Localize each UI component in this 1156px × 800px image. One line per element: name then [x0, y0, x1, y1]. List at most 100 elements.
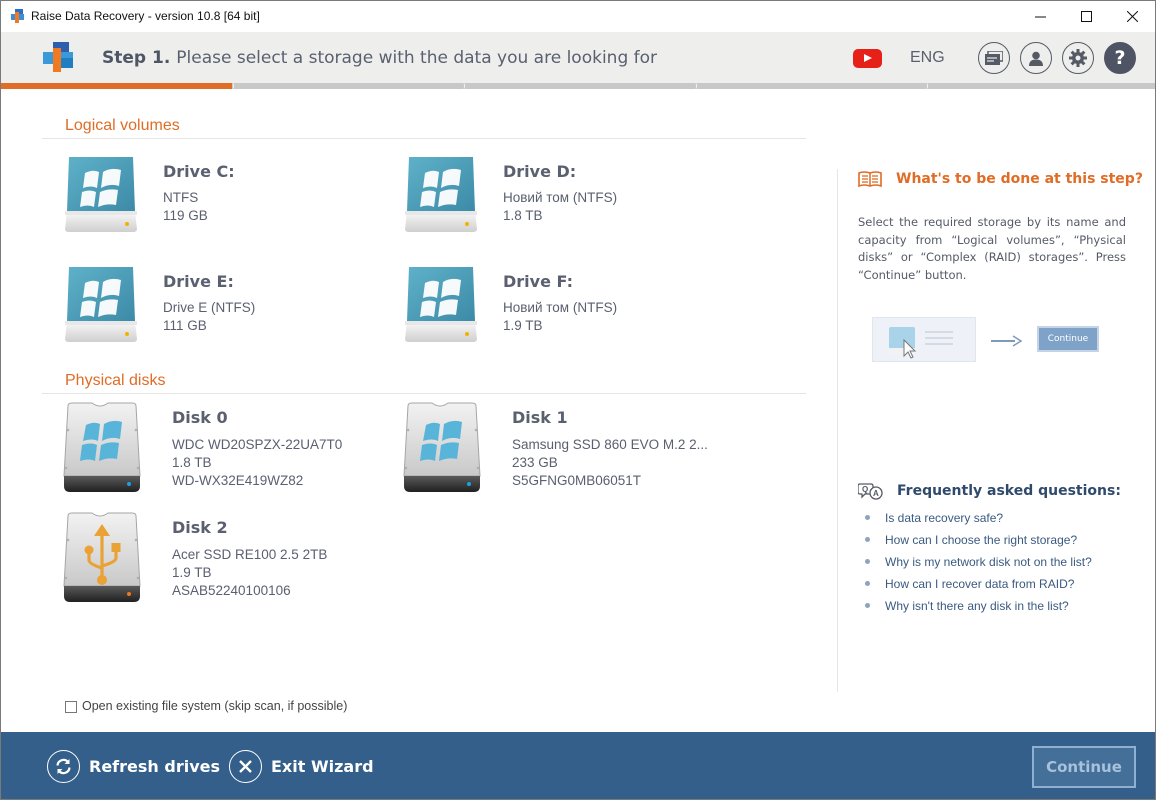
disk-size: 233 GB	[512, 455, 558, 470]
volume-drive-icon	[63, 265, 139, 347]
faq-link[interactable]: Why is my network disk not on the list?	[863, 553, 1092, 575]
volume-size: 1.8 TB	[503, 208, 543, 223]
progress-step-separator	[462, 83, 466, 89]
close-button[interactable]	[1109, 1, 1155, 32]
continue-button[interactable]: Continue	[1032, 746, 1136, 788]
svg-text:A: A	[873, 489, 879, 498]
logical-volume-item[interactable]: Drive D: Новий том (NTFS) 1.8 TB	[403, 155, 733, 245]
hard-disk-icon	[62, 402, 142, 498]
settings-button[interactable]	[1062, 42, 1094, 74]
help-text: Select the required storage by its name …	[858, 215, 1126, 282]
physical-disks-heading: Physical disks	[65, 372, 166, 389]
step-number: Step 1.	[102, 48, 171, 68]
window-title: Raise Data Recovery - version 10.8 [64 b…	[31, 9, 260, 23]
volume-size: 1.9 TB	[503, 318, 543, 333]
volume-name: Drive C:	[163, 162, 235, 181]
disk-name: Disk 1	[512, 408, 568, 427]
close-icon	[1126, 11, 1138, 22]
help-button[interactable]: ?	[1104, 42, 1136, 74]
disk-serial: ASAB52240100106	[172, 583, 291, 598]
disk-model: WDC WD20SPZX-22UA7T0	[172, 437, 343, 452]
illustration-continue-button: Continue	[1037, 326, 1099, 352]
progress-step-separator	[231, 83, 235, 89]
section-divider	[42, 138, 806, 139]
refresh-drives-button[interactable]: Refresh drives	[47, 750, 220, 783]
volume-name: Drive D:	[503, 162, 577, 181]
maximize-button[interactable]	[1063, 1, 1109, 32]
logical-volume-item[interactable]: Drive F: Новий том (NTFS) 1.9 TB	[403, 265, 733, 355]
svg-text:Q: Q	[862, 485, 868, 494]
maximize-icon	[1080, 11, 1092, 22]
volume-filesystem: Drive E (NTFS)	[163, 300, 256, 315]
volume-size: 111 GB	[163, 318, 207, 333]
faq-link[interactable]: Is data recovery safe?	[863, 509, 1092, 531]
disk-size: 1.9 TB	[172, 565, 212, 580]
close-circle-icon	[229, 750, 262, 783]
progress-step-separator	[925, 83, 928, 89]
step-description: Please select a storage with the data yo…	[176, 48, 658, 68]
disk-model: Samsung SSD 860 EVO M.2 2...	[512, 437, 708, 452]
messages-button[interactable]	[978, 42, 1010, 74]
raise-logo-icon	[43, 42, 73, 72]
help-icon: ?	[1114, 47, 1126, 69]
panel-divider	[837, 169, 838, 692]
refresh-drives-label: Refresh drives	[89, 757, 220, 776]
volume-name: Drive E:	[163, 272, 234, 291]
minimize-icon	[1034, 16, 1046, 18]
faq-list: Is data recovery safe? How can I choose t…	[863, 509, 1092, 619]
volume-filesystem: Новий том (NTFS)	[503, 190, 618, 205]
volume-drive-icon	[403, 155, 479, 237]
help-title: What's to be done at this step?	[896, 171, 1143, 187]
physical-disk-item[interactable]: Disk 1 Samsung SSD 860 EVO M.2 2... 233 …	[402, 402, 732, 492]
physical-disk-item[interactable]: Disk 2 Acer SSD RE100 2.5 2TB 1.9 TB ASA…	[62, 512, 392, 602]
faq-link[interactable]: How can I choose the right storage?	[863, 531, 1092, 553]
help-illustration	[872, 317, 976, 362]
logical-volumes-heading: Logical volumes	[65, 117, 180, 134]
disk-name: Disk 2	[172, 518, 228, 537]
account-icon	[1029, 51, 1043, 66]
wizard-footer: Refresh drives Exit Wizard Continue	[1, 732, 1155, 799]
faq-title: Frequently asked questions:	[897, 483, 1121, 499]
disk-serial: WD-WX32E419WZ82	[172, 473, 304, 488]
wizard-progress-bar	[1, 83, 1155, 89]
disk-size: 1.8 TB	[172, 455, 212, 470]
open-file-system-label[interactable]: Open existing file system (skip scan, if…	[82, 699, 347, 713]
disk-model: Acer SSD RE100 2.5 2TB	[172, 547, 328, 562]
section-divider	[42, 393, 806, 394]
language-selector[interactable]: ENG	[910, 49, 945, 67]
settings-icon	[1069, 49, 1087, 67]
volume-filesystem: NTFS	[163, 190, 199, 205]
volume-size: 119 GB	[163, 208, 208, 223]
wizard-header: Step 1. Please select a storage with the …	[1, 32, 1155, 83]
faq-link[interactable]: How can I recover data from RAID?	[863, 575, 1092, 597]
arrow-right-icon	[991, 335, 1023, 347]
messages-icon	[985, 51, 1003, 65]
refresh-icon	[47, 750, 80, 783]
usb-disk-icon	[62, 512, 142, 608]
progress-step-separator	[694, 83, 697, 89]
title-bar: Raise Data Recovery - version 10.8 [64 b…	[1, 1, 1155, 32]
app-window: Raise Data Recovery - version 10.8 [64 b…	[0, 0, 1156, 800]
app-logo-icon	[11, 9, 24, 23]
exit-wizard-button[interactable]: Exit Wizard	[229, 750, 374, 783]
account-button[interactable]	[1020, 42, 1052, 74]
progress-fill	[1, 83, 233, 89]
faq-link[interactable]: Why isn't there any disk in the list?	[863, 597, 1092, 619]
volume-drive-icon	[403, 265, 479, 347]
youtube-icon[interactable]	[853, 49, 882, 68]
volume-filesystem: Новий том (NTFS)	[503, 300, 618, 315]
logical-volume-item[interactable]: Drive E: Drive E (NTFS) 111 GB	[63, 265, 393, 355]
disk-serial: S5GFNG0MB06051T	[512, 473, 642, 488]
volume-drive-icon	[63, 155, 139, 237]
volume-name: Drive F:	[503, 272, 573, 291]
hard-disk-icon	[402, 402, 482, 498]
logical-volume-item[interactable]: Drive C: NTFS 119 GB	[63, 155, 393, 245]
open-file-system-checkbox[interactable]	[65, 701, 77, 713]
physical-disk-item[interactable]: Disk 0 WDC WD20SPZX-22UA7T0 1.8 TB WD-WX…	[62, 402, 392, 492]
disk-name: Disk 0	[172, 408, 228, 427]
book-icon	[858, 171, 882, 188]
drive-selection-illustration	[889, 327, 953, 359]
step-heading: Step 1. Please select a storage with the …	[102, 48, 657, 68]
exit-wizard-label: Exit Wizard	[271, 757, 374, 776]
minimize-button[interactable]	[1017, 1, 1063, 32]
